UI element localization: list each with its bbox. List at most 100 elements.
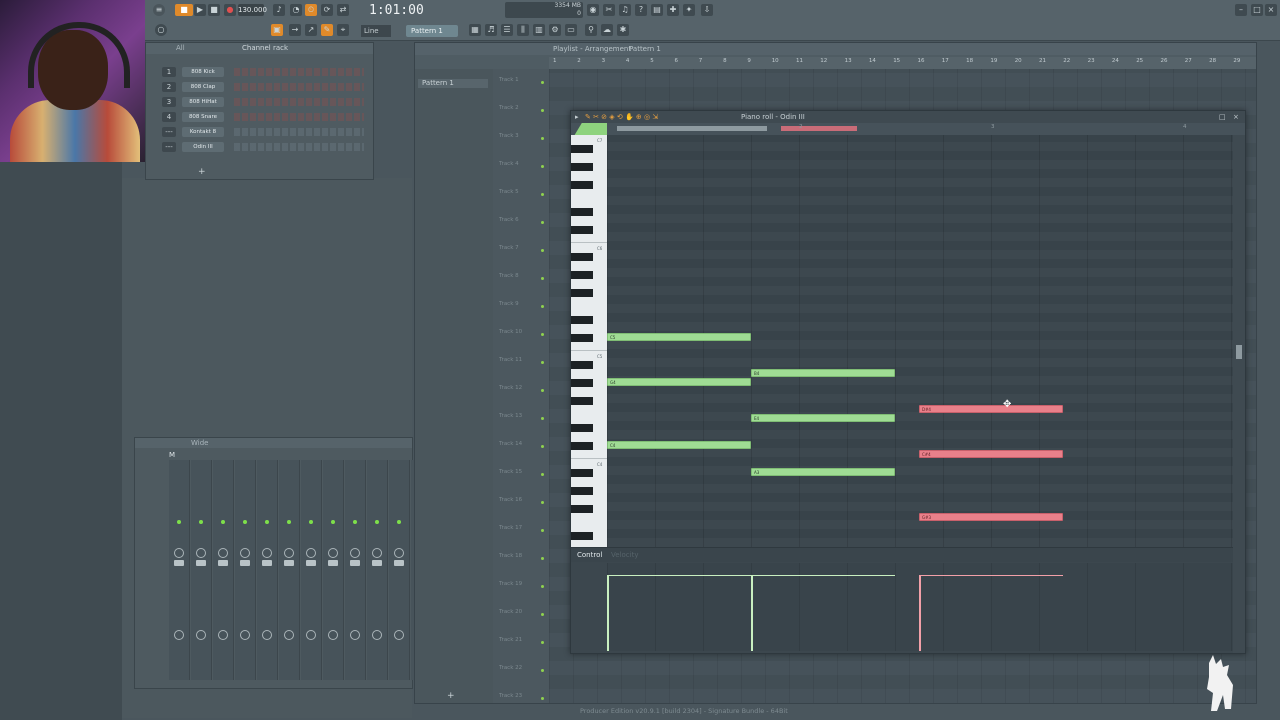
track-label[interactable]: Track 6 [499, 217, 543, 227]
track-label[interactable]: Track 18 [499, 553, 543, 563]
online-icon[interactable]: ◉ [587, 4, 599, 16]
pan-knob[interactable] [218, 548, 228, 558]
paint-icon[interactable]: ✎ [321, 24, 333, 36]
black-key[interactable] [571, 271, 593, 279]
channel-filter[interactable]: All [176, 44, 185, 52]
velocity-level[interactable] [919, 575, 1063, 576]
track-label[interactable]: Track 3 [499, 133, 543, 143]
touch-keyboard-icon[interactable]: ▭ [565, 24, 577, 36]
black-key[interactable] [571, 289, 593, 297]
black-key[interactable] [571, 505, 593, 513]
pattern-song-toggle[interactable]: ▣ [271, 24, 283, 36]
send-knob[interactable] [196, 630, 206, 640]
track-mute-led[interactable] [541, 305, 544, 308]
add-channel-button[interactable]: + [198, 167, 206, 177]
slide-icon[interactable]: ↗ [305, 24, 317, 36]
channel-number[interactable]: --- [162, 127, 176, 137]
step-sequencer[interactable] [234, 128, 364, 136]
track-label[interactable]: Track 16 [499, 497, 543, 507]
track-mute-led[interactable] [541, 389, 544, 392]
export-icon[interactable]: ⇩ [701, 4, 713, 16]
channel-name-button[interactable]: 808 Snare [182, 112, 224, 122]
mixer-fader[interactable] [174, 560, 184, 566]
mixer-strip[interactable] [301, 460, 322, 680]
note-red[interactable]: C#4 [919, 450, 1063, 458]
mixer-led-icon[interactable] [397, 520, 401, 524]
pan-knob[interactable] [174, 548, 184, 558]
mixer-fader[interactable] [218, 560, 228, 566]
channel-number[interactable]: 3 [162, 97, 176, 107]
note-grid[interactable]: C5 G4 B4 E4 C4 A3 D#4 C#4 G#3 [607, 135, 1233, 547]
track-mute-led[interactable] [541, 137, 544, 140]
step-sequencer[interactable] [234, 83, 364, 91]
metronome-icon[interactable]: ♪ [273, 4, 285, 16]
plugin-picker-icon[interactable]: ✚ [667, 4, 679, 16]
render-icon[interactable]: ✦ [683, 4, 695, 16]
track-label[interactable]: Track 9 [499, 301, 543, 311]
note-green[interactable]: B4 [751, 369, 895, 377]
send-knob[interactable] [284, 630, 294, 640]
velocity-lane[interactable] [607, 563, 1233, 651]
control-target[interactable]: Velocity [611, 549, 638, 561]
track-mute-led[interactable] [541, 249, 544, 252]
pin-icon[interactable]: ⚲ [585, 24, 597, 36]
mixer-led-icon[interactable] [243, 520, 247, 524]
mixer-strip[interactable] [345, 460, 366, 680]
mixer-strip[interactable] [257, 460, 278, 680]
pan-knob[interactable] [328, 548, 338, 558]
track-label[interactable]: Track 8 [499, 273, 543, 283]
pan-knob[interactable] [372, 548, 382, 558]
channel-name-button[interactable]: Odin III [182, 142, 224, 152]
channel-name-button[interactable]: 808 Clap [182, 82, 224, 92]
track-mute-led[interactable] [541, 613, 544, 616]
browser-icon[interactable]: ▥ [533, 24, 545, 36]
mixer-fader[interactable] [306, 560, 316, 566]
piano-roll-scrollbar[interactable]: 2 3 4 [571, 123, 1245, 135]
send-knob[interactable] [174, 630, 184, 640]
mixer-fader[interactable] [328, 560, 338, 566]
mixer-led-icon[interactable] [331, 520, 335, 524]
piano-keyboard[interactable]: C7 C6 C5 C4 [571, 135, 607, 547]
send-knob[interactable] [306, 630, 316, 640]
mixer-fader[interactable] [262, 560, 272, 566]
track-mute-led[interactable] [541, 361, 544, 364]
track-label[interactable]: Track 14 [499, 441, 543, 451]
piano-roll-vscroll[interactable] [1233, 135, 1245, 653]
piano-roll-maximize-icon[interactable]: □ [1219, 111, 1226, 123]
note-red[interactable]: D#4 [919, 405, 1063, 413]
note-green[interactable]: C5 [607, 333, 751, 341]
record-icon[interactable]: ● [224, 4, 236, 16]
pattern-selector[interactable]: Pattern 1 [406, 25, 458, 37]
track-label[interactable]: Track 1 [499, 77, 543, 87]
black-key[interactable] [571, 181, 593, 189]
black-key[interactable] [571, 253, 593, 261]
track-mute-led[interactable] [541, 221, 544, 224]
mixer-strip[interactable] [367, 460, 388, 680]
track-mute-led[interactable] [541, 473, 544, 476]
playlist-ruler[interactable]: 1 2 3 4 5 6 7 8 9 10 11 12 13 14 15 16 17 18 19 20 21 22 23 24 2… [549, 57, 1256, 69]
mixer-strip[interactable] [213, 460, 234, 680]
track-label[interactable]: Track 22 [499, 665, 543, 675]
track-mute-led[interactable] [541, 445, 544, 448]
track-mute-led[interactable] [541, 557, 544, 560]
master-volume-knob[interactable]: ○ [155, 24, 167, 36]
send-knob[interactable] [240, 630, 250, 640]
close-icon[interactable]: × [1265, 4, 1277, 16]
pan-knob[interactable] [196, 548, 206, 558]
track-label[interactable]: Track 19 [499, 581, 543, 591]
black-key[interactable] [571, 163, 593, 171]
mixer-strip[interactable] [389, 460, 410, 680]
mixer-strip[interactable] [323, 460, 344, 680]
track-label[interactable]: Track 17 [499, 525, 543, 535]
mixer-fader[interactable] [372, 560, 382, 566]
track-label[interactable]: Track 2 [499, 105, 543, 115]
snap-select[interactable]: Line [361, 25, 391, 37]
pattern-mode-button[interactable]: ■ [175, 4, 193, 16]
piano-roll-icon[interactable]: ♬ [485, 24, 497, 36]
track-label[interactable]: Track 11 [499, 357, 543, 367]
play-icon[interactable]: ▶ [194, 4, 206, 16]
track-mute-led[interactable] [541, 585, 544, 588]
pan-knob[interactable] [240, 548, 250, 558]
send-knob[interactable] [394, 630, 404, 640]
step-sequencer[interactable] [234, 143, 364, 151]
